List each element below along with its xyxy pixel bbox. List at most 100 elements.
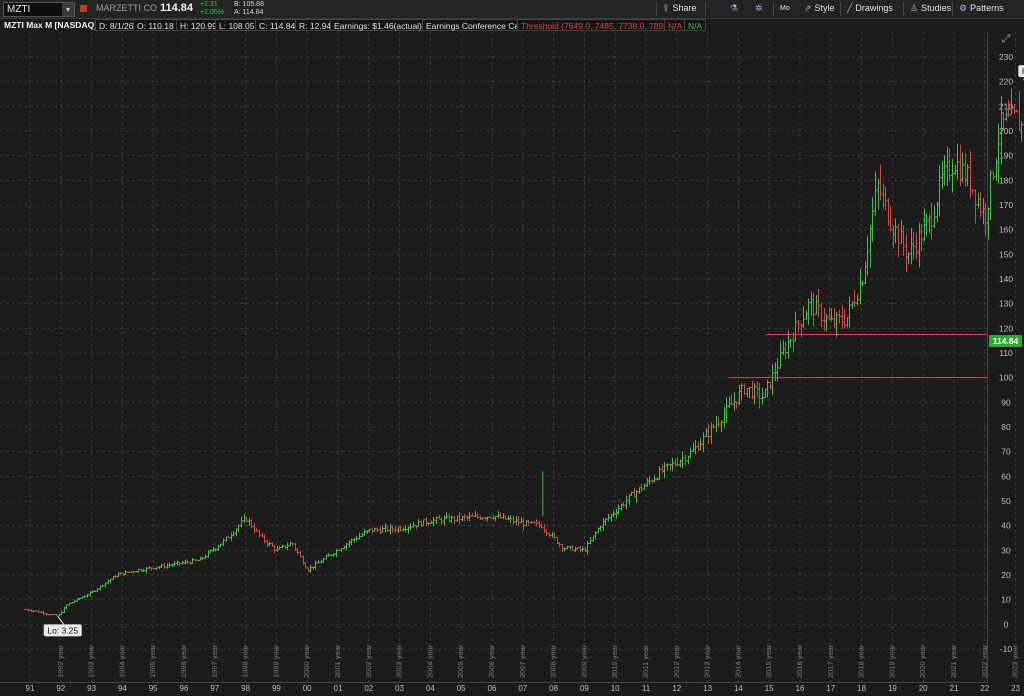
y-tick-label: 140 xyxy=(999,274,1013,284)
x-period-label: 2023 year xyxy=(1011,644,1020,678)
aggregation-button[interactable]: Mo xyxy=(780,5,790,12)
y-tick-label: 180 xyxy=(999,175,1013,185)
x-tick-label: 19 xyxy=(888,684,897,693)
gear-icon: ✲ xyxy=(755,3,763,13)
y-tick-label: 130 xyxy=(999,299,1013,309)
y-tick-label: 100 xyxy=(999,373,1013,383)
x-period-label: 1997 year xyxy=(210,644,219,678)
date-cell: D: 8/1/26 xyxy=(95,19,138,31)
x-tick-label: 13 xyxy=(703,684,712,693)
na-cell-red: N/A xyxy=(664,19,687,31)
x-tick-label: 92 xyxy=(56,684,65,693)
y-tick-label: 160 xyxy=(999,225,1013,235)
y-tick-label: 60 xyxy=(1001,471,1011,481)
x-period-label: 2021 year xyxy=(949,644,958,678)
last-price: 114.84 xyxy=(160,2,194,14)
flask-button[interactable]: ⚗ xyxy=(730,3,741,14)
last-price-label: 114.84 xyxy=(993,336,1019,346)
x-period-label: 2008 year xyxy=(549,644,558,678)
x-tick-label: 98 xyxy=(241,684,250,693)
pencil-icon: ╱ xyxy=(847,3,853,13)
chart-title: MZTI Max M [NASDAQ] xyxy=(4,20,98,30)
ask-value: A: 114.84 xyxy=(234,9,264,16)
separator xyxy=(952,2,953,16)
x-period-label: 1994 year xyxy=(117,644,126,678)
x-tick-label: 18 xyxy=(857,684,866,693)
info-bar: MZTI Max M [NASDAQ] D: 8/1/26 O: 110.18 … xyxy=(0,18,1024,32)
y-tick-label: 50 xyxy=(1001,496,1011,506)
x-tick-label: 05 xyxy=(457,684,466,693)
x-tick-label: 09 xyxy=(580,684,589,693)
x-period-label: 2007 year xyxy=(518,644,527,678)
x-period-label: 2013 year xyxy=(703,644,712,678)
toolbar: MZTI ▾ MARZETTI CO 114.84 +2.31 +2.05% B… xyxy=(0,0,1024,19)
studies-button[interactable]: ♙ Studies xyxy=(910,3,951,14)
low-cell: L: 108.05 xyxy=(215,19,259,31)
symbol-input[interactable]: MZTI ▾ xyxy=(3,2,75,17)
expand-icon[interactable]: ⤢ xyxy=(1002,33,1011,45)
close-cell: C: 114.84 xyxy=(255,19,300,31)
x-tick-label: 10 xyxy=(611,684,620,693)
threshold-cell: Threshold (7649.0, 7485, 7738.0, 7895) xyxy=(517,19,675,31)
x-period-label: 2012 year xyxy=(672,644,681,678)
x-tick-label: 08 xyxy=(549,684,558,693)
x-tick-label: 04 xyxy=(426,684,435,693)
alert-icon xyxy=(80,5,87,12)
drawings-button[interactable]: ╱ Drawings xyxy=(847,3,893,14)
conf-call-cell: Earnings Conference Call xyxy=(422,19,527,31)
earnings-cell: Earnings: $1.46(actual) xyxy=(330,19,426,31)
bid-value: B: 105.88 xyxy=(234,1,264,8)
y-tick-label: 110 xyxy=(999,348,1013,358)
settings-button[interactable]: ✲ xyxy=(755,3,766,14)
change-value: +2.31 xyxy=(200,1,218,8)
y-tick-label: 80 xyxy=(1001,422,1011,432)
x-period-label: 2009 year xyxy=(579,644,588,678)
share-button[interactable]: ⇪ Share xyxy=(662,3,697,14)
x-tick-label: 16 xyxy=(796,684,805,693)
y-tick-label: 30 xyxy=(1001,545,1011,555)
x-tick-label: 15 xyxy=(765,684,774,693)
studies-icon: ♙ xyxy=(910,3,919,13)
x-period-label: 2015 year xyxy=(764,644,773,678)
x-period-label: 2004 year xyxy=(425,644,434,678)
open-cell: O: 110.18 xyxy=(133,19,178,31)
x-period-label: 2001 year xyxy=(333,644,342,678)
style-button[interactable]: ⇗ Style xyxy=(804,3,835,14)
x-tick-label: 06 xyxy=(488,684,497,693)
y-tick-label: 10 xyxy=(1001,595,1011,605)
y-tick-label: 40 xyxy=(1001,521,1011,531)
patterns-icon: ⚙ xyxy=(959,3,968,13)
x-tick-label: 00 xyxy=(303,684,312,693)
symbol-text: MZTI xyxy=(7,4,31,15)
bid-ask: B: 105.88 A: 114.84 xyxy=(234,1,264,17)
x-period-label: 1995 year xyxy=(148,644,157,678)
y-tick-label: 220 xyxy=(999,77,1013,87)
x-tick-label: 01 xyxy=(334,684,343,693)
x-tick-label: 22 xyxy=(980,684,989,693)
patterns-button[interactable]: ⚙ Patterns xyxy=(959,3,1004,14)
x-period-label: 1993 year xyxy=(87,644,96,678)
x-period-label: 2002 year xyxy=(364,644,373,678)
x-tick-label: 93 xyxy=(87,684,96,693)
x-tick-label: 97 xyxy=(210,684,219,693)
price-change: +2.31 +2.05% xyxy=(200,1,224,17)
x-period-label: 1998 year xyxy=(241,644,250,678)
chevron-down-icon[interactable]: ▾ xyxy=(62,3,74,16)
x-period-label: 2000 year xyxy=(302,644,311,678)
x-tick-label: 11 xyxy=(642,684,651,693)
x-period-label: 2020 year xyxy=(918,644,927,678)
x-period-label: 2011 year xyxy=(641,645,650,678)
x-tick-label: 20 xyxy=(919,684,928,693)
x-period-label: 1996 year xyxy=(179,644,188,678)
x-period-label: 2010 year xyxy=(610,644,619,678)
x-period-label: 2019 year xyxy=(887,644,896,678)
y-tick-label: 20 xyxy=(1001,570,1011,580)
x-tick-label: 96 xyxy=(180,684,189,693)
separator xyxy=(705,2,706,16)
separator xyxy=(840,2,841,16)
x-period-label: 2006 year xyxy=(487,644,496,678)
lo-label: Lo: 3.25 xyxy=(47,625,78,635)
y-tick-label: 230 xyxy=(999,52,1013,62)
price-chart[interactable]: -100102030405060708090100110120130140150… xyxy=(0,32,1024,696)
x-tick-label: 03 xyxy=(395,684,404,693)
